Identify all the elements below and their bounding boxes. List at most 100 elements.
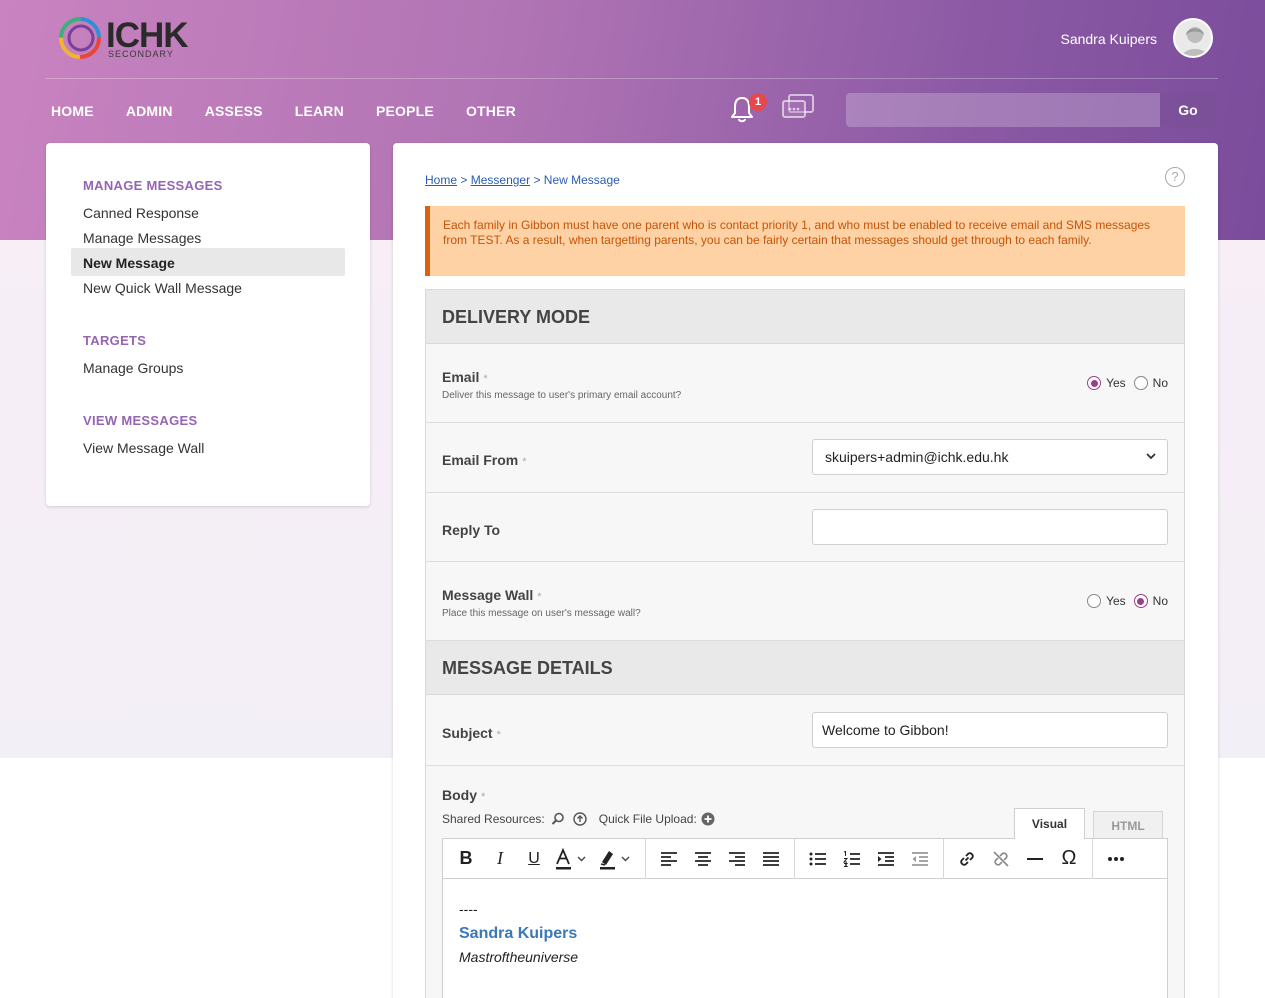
email-from-value: skuipers+admin@ichk.edu.hk bbox=[825, 449, 1009, 465]
numbered-list-icon[interactable] bbox=[835, 844, 869, 874]
text-color-glyph-icon bbox=[556, 847, 586, 869]
breadcrumb-messenger[interactable]: Messenger bbox=[471, 173, 530, 187]
section-message-details: MESSAGE DETAILS bbox=[426, 641, 1184, 695]
tab-visual[interactable]: Visual bbox=[1014, 808, 1085, 839]
subject-input[interactable]: Welcome to Gibbon! bbox=[812, 712, 1168, 748]
required-marker: * bbox=[481, 791, 486, 803]
email-radio-group: Yes No bbox=[1087, 376, 1168, 390]
header-divider bbox=[46, 78, 1218, 79]
indent-glyph-icon bbox=[878, 851, 894, 866]
unlink-glyph-icon bbox=[993, 850, 1009, 867]
breadcrumb-separator: > bbox=[460, 173, 468, 187]
main-panel: Home > Messenger > New Message ? Each fa… bbox=[393, 143, 1218, 998]
nav-people[interactable]: PEOPLE bbox=[376, 103, 434, 119]
tab-html[interactable]: HTML bbox=[1093, 811, 1163, 839]
required-marker: * bbox=[522, 456, 527, 468]
email-no-radio[interactable] bbox=[1133, 376, 1148, 390]
email-description: Deliver this message to user's primary e… bbox=[442, 390, 682, 401]
nav-learn[interactable]: LEARN bbox=[295, 103, 344, 119]
required-marker: * bbox=[483, 373, 488, 385]
outdent-icon[interactable] bbox=[903, 844, 937, 874]
add-file-icon[interactable] bbox=[701, 812, 715, 826]
sidebar-item-canned-response[interactable]: Canned Response bbox=[83, 205, 199, 221]
toolbar-group-format: B I U bbox=[443, 838, 646, 879]
email-yes-label[interactable]: Yes bbox=[1106, 376, 1126, 390]
help-icon[interactable]: ? bbox=[1165, 167, 1185, 187]
text-color-icon[interactable] bbox=[551, 844, 595, 874]
section-title: MESSAGE DETAILS bbox=[442, 658, 613, 678]
nav-assess[interactable]: ASSESS bbox=[205, 103, 263, 119]
reply-to-input[interactable] bbox=[812, 509, 1168, 545]
sidebar-item-manage-messages[interactable]: Manage Messages bbox=[83, 230, 201, 246]
sidebar-section-targets: TARGETS bbox=[83, 333, 147, 348]
breadcrumb-home[interactable]: Home bbox=[425, 173, 457, 187]
bullet-list-glyph-icon bbox=[809, 852, 826, 865]
bullet-list-icon[interactable] bbox=[801, 844, 835, 874]
nav-home[interactable]: HOME bbox=[51, 103, 94, 119]
sidebar-item-new-quick-wall-message[interactable]: New Quick Wall Message bbox=[83, 280, 242, 296]
toolbar-group-insert: Ω bbox=[944, 838, 1093, 879]
search-input[interactable] bbox=[846, 93, 1160, 127]
horizontal-rule-icon[interactable] bbox=[1018, 844, 1052, 874]
reply-to-label: Reply To bbox=[442, 522, 501, 538]
sidebar-section-manage-messages: MANAGE MESSAGES bbox=[83, 178, 223, 193]
sidebar-section-view-messages: VIEW MESSAGES bbox=[83, 413, 198, 428]
align-left-icon[interactable] bbox=[652, 844, 686, 874]
highlight-color-icon[interactable] bbox=[595, 844, 639, 874]
underline-icon[interactable]: U bbox=[517, 844, 551, 874]
breadcrumb-separator: > bbox=[533, 173, 541, 187]
school-logo[interactable]: ICHK SECONDARY bbox=[56, 14, 196, 64]
align-justify-glyph-icon bbox=[763, 851, 779, 866]
search-resources-icon[interactable] bbox=[551, 812, 565, 826]
sidebar-item-new-message[interactable]: New Message bbox=[83, 255, 175, 271]
body-tools: Shared Resources: Quick File Upload: bbox=[442, 812, 715, 826]
highlight-glyph-icon bbox=[600, 850, 630, 869]
align-right-icon[interactable] bbox=[720, 844, 754, 874]
wall-yes-radio[interactable] bbox=[1087, 594, 1102, 608]
wall-yes-label[interactable]: Yes bbox=[1106, 594, 1126, 608]
align-left-glyph-icon bbox=[661, 851, 677, 866]
message-wall-label-text: Message Wall bbox=[442, 587, 534, 603]
reply-to-row: Reply To bbox=[426, 493, 1184, 562]
user-name[interactable]: Sandra Kuipers bbox=[1060, 31, 1157, 47]
body-label-text: Body bbox=[442, 787, 477, 803]
avatar[interactable] bbox=[1173, 18, 1213, 58]
toolbar-group-more bbox=[1093, 839, 1139, 879]
italic-icon[interactable]: I bbox=[483, 844, 517, 874]
search-go-button[interactable]: Go bbox=[1160, 93, 1216, 127]
editor-toolbar: B I U Ω bbox=[443, 838, 1167, 879]
sidebar-item-view-message-wall[interactable]: View Message Wall bbox=[83, 440, 204, 456]
email-yes-radio[interactable] bbox=[1087, 376, 1102, 390]
nav-admin[interactable]: ADMIN bbox=[126, 103, 173, 119]
nav-other[interactable]: OTHER bbox=[466, 103, 516, 119]
warning-message: Each family in Gibbon must have one pare… bbox=[425, 206, 1185, 276]
email-no-label[interactable]: No bbox=[1153, 376, 1168, 390]
wall-no-label[interactable]: No bbox=[1153, 594, 1168, 608]
sidebar-item-manage-groups[interactable]: Manage Groups bbox=[83, 360, 183, 376]
logo-subtitle: SECONDARY bbox=[108, 49, 174, 59]
special-character-icon[interactable]: Ω bbox=[1052, 844, 1086, 874]
bold-icon[interactable]: B bbox=[449, 844, 483, 874]
align-justify-icon[interactable] bbox=[754, 844, 788, 874]
required-marker: * bbox=[496, 729, 501, 741]
indent-icon[interactable] bbox=[869, 844, 903, 874]
align-right-glyph-icon bbox=[729, 851, 745, 866]
email-from-select[interactable]: skuipers+admin@ichk.edu.hk bbox=[812, 439, 1168, 475]
subject-label-text: Subject bbox=[442, 725, 493, 741]
wall-no-radio[interactable] bbox=[1133, 594, 1148, 608]
body-editor[interactable]: B I U Ω ---- Sandra Kuipers Mastroftheun… bbox=[442, 838, 1168, 998]
messages-chat-icon[interactable] bbox=[781, 93, 815, 123]
section-delivery-mode: DELIVERY MODE bbox=[426, 290, 1184, 344]
toolbar-group-lists bbox=[795, 838, 944, 879]
email-label-text: Email bbox=[442, 369, 480, 385]
breadcrumb-current: New Message bbox=[543, 173, 620, 187]
outdent-glyph-icon bbox=[912, 851, 928, 866]
align-center-glyph-icon bbox=[695, 851, 711, 866]
more-options-icon[interactable] bbox=[1099, 844, 1133, 874]
upload-resource-icon[interactable] bbox=[573, 812, 587, 826]
subject-label: Subject * bbox=[442, 725, 501, 741]
link-icon[interactable] bbox=[950, 844, 984, 874]
align-center-icon[interactable] bbox=[686, 844, 720, 874]
message-wall-label: Message Wall * bbox=[442, 587, 542, 603]
unlink-icon[interactable] bbox=[984, 844, 1018, 874]
